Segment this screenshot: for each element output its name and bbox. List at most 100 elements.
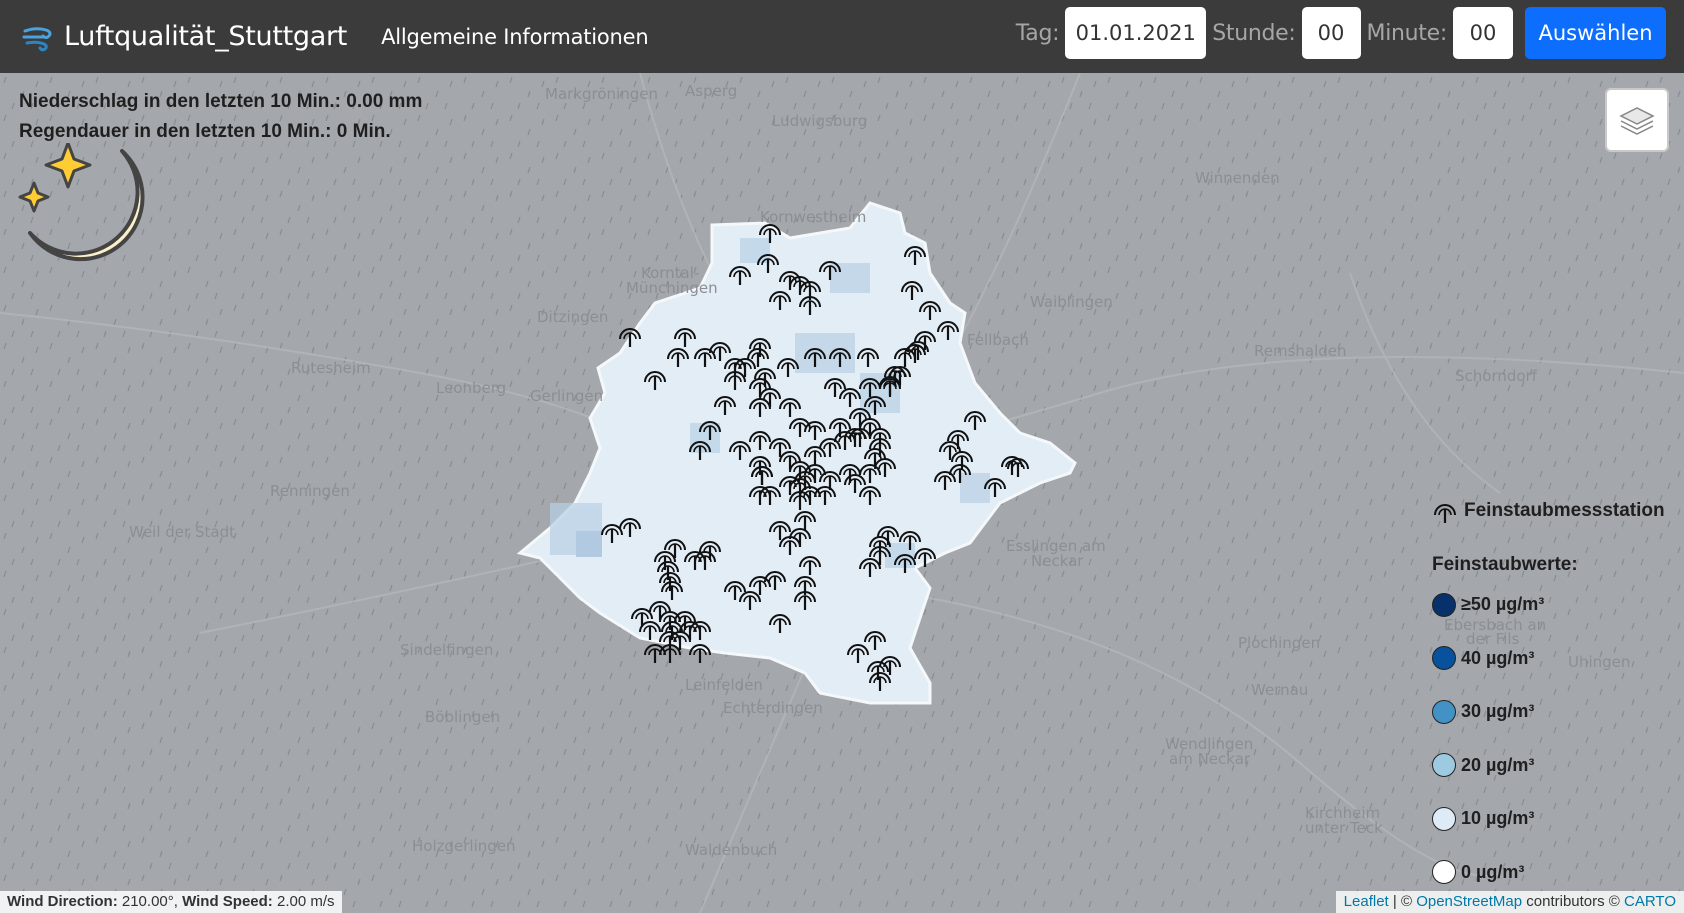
sensor-station-icon[interactable]	[756, 253, 780, 275]
moon-stars-icon	[18, 143, 145, 262]
legend-item-label: 30 µg/m³	[1461, 701, 1535, 722]
sensor-station-icon[interactable]	[778, 397, 802, 419]
sensor-station-icon[interactable]	[933, 470, 957, 492]
select-button[interactable]: Auswählen	[1525, 7, 1666, 59]
sensor-station-icon[interactable]	[778, 535, 802, 557]
layers-control-button[interactable]	[1605, 88, 1669, 152]
sensor-station-icon[interactable]	[748, 397, 772, 419]
sensor-station-icon[interactable]	[768, 437, 792, 459]
legend-title: Feinstaubwerte:	[1432, 554, 1578, 575]
sensor-station-icon[interactable]	[803, 445, 827, 467]
wind-info: Wind Direction: 210.00°, Wind Speed: 2.0…	[0, 891, 342, 913]
sensor-station-icon[interactable]	[600, 523, 624, 545]
sensor-station-icon[interactable]	[858, 377, 882, 399]
sensor-station-icon[interactable]	[688, 440, 712, 462]
map[interactable]: Markgröningen Asperg Ludwigsburg Winnend…	[0, 73, 1684, 913]
sensor-station-icon[interactable]	[713, 395, 737, 417]
carto-link[interactable]: CARTO	[1624, 893, 1676, 910]
sensor-station-icon[interactable]	[818, 260, 842, 282]
sensor-station-icon[interactable]	[863, 630, 887, 652]
sensor-station-icon[interactable]	[768, 613, 792, 635]
sensor-station-icon[interactable]	[688, 643, 712, 665]
sensor-station-icon[interactable]	[848, 427, 872, 449]
legend-swatch	[1432, 860, 1456, 885]
sensor-station-icon[interactable]	[803, 347, 827, 369]
legend-item: 40 µg/m³	[1432, 632, 1665, 686]
brand[interactable]: Luftqualität_Stuttgart	[22, 21, 347, 53]
sensor-station-icon[interactable]	[878, 655, 902, 677]
sensor-station-icon[interactable]	[858, 485, 882, 507]
sensor-station-icon[interactable]	[618, 327, 642, 349]
sensor-station-icon[interactable]	[858, 557, 882, 579]
sensor-station-icon[interactable]	[663, 538, 687, 560]
sensor-station-icon[interactable]	[798, 555, 822, 577]
day-input[interactable]: 01.01.2021	[1065, 7, 1207, 59]
legend-item-label: 20 µg/m³	[1461, 754, 1535, 775]
sensor-station-icon[interactable]	[693, 347, 717, 369]
sensor-station-icon[interactable]	[753, 367, 777, 389]
legend-swatch	[1432, 753, 1456, 778]
osm-link[interactable]: OpenStreetMap	[1416, 893, 1522, 910]
sensor-station-icon[interactable]	[750, 465, 774, 487]
sensor-station-icon[interactable]	[948, 463, 972, 485]
sensor-station-icon[interactable]	[673, 327, 697, 349]
sensor-station-icon[interactable]	[803, 463, 827, 485]
sensor-station-icon[interactable]	[776, 357, 800, 379]
wind-direction-label: Wind Direction:	[7, 893, 118, 910]
sensor-station-icon[interactable]	[748, 485, 772, 507]
legend-station: Feinstaubmessstation	[1432, 498, 1665, 524]
sensor-station-icon[interactable]	[856, 347, 880, 369]
sensor-station-icon[interactable]	[660, 580, 684, 602]
sensor-station-icon[interactable]	[738, 590, 762, 612]
hour-input[interactable]: 00	[1301, 7, 1361, 59]
sensor-station-icon[interactable]	[668, 630, 692, 652]
sensor-station-icon[interactable]	[638, 620, 662, 642]
sensor-station-icon[interactable]	[733, 357, 757, 379]
sensor-station-icon[interactable]	[758, 223, 782, 245]
sensor-station-icon[interactable]	[936, 320, 960, 342]
sensor-station-icon[interactable]	[803, 420, 827, 442]
legend-item-label: ≥50 µg/m³	[1461, 594, 1545, 615]
sensor-station-icon[interactable]	[918, 300, 942, 322]
sensor-station-icon[interactable]	[828, 347, 852, 369]
sensor-station-icon[interactable]	[838, 463, 862, 485]
sensor-station-icon[interactable]	[688, 620, 712, 642]
sensor-station-icon[interactable]	[900, 280, 924, 302]
sensor-station-icon[interactable]	[788, 417, 812, 439]
sensor-station-icon[interactable]	[893, 553, 917, 575]
nav-link-general-info[interactable]: Allgemeine Informationen	[381, 25, 649, 49]
sensor-station-icon[interactable]	[693, 550, 717, 572]
minute-input[interactable]: 00	[1453, 7, 1513, 59]
sensor-station-icon[interactable]	[748, 430, 772, 452]
legend-station-label: Feinstaubmessstation	[1464, 500, 1665, 521]
sensor-station-icon[interactable]	[983, 477, 1007, 499]
sensor-station-icon[interactable]	[728, 440, 752, 462]
sensor-station-icon[interactable]	[618, 517, 642, 539]
sensor-station-icon[interactable]	[666, 347, 690, 369]
sensor-station-icon[interactable]	[818, 437, 842, 459]
wind-speed-value: 2.00 m/s	[276, 893, 335, 910]
sensor-station-icon[interactable]	[868, 671, 892, 693]
sensor-station-icon[interactable]	[843, 427, 867, 449]
sensor-station-icon[interactable]	[793, 510, 817, 532]
sensor-station-icon[interactable]	[698, 420, 722, 442]
sensor-station-icon[interactable]	[898, 530, 922, 552]
datetime-form: Tag: 01.01.2021 Stunde: 00 Minute: 00 Au…	[1010, 7, 1666, 59]
sensor-station-icon[interactable]	[963, 410, 987, 432]
legend-item: 30 µg/m³	[1432, 685, 1665, 739]
sensor-station-icon[interactable]	[938, 440, 962, 462]
sensor-station-icon[interactable]	[883, 365, 907, 387]
sensor-station-icon[interactable]	[846, 643, 870, 665]
sensor-station-icon[interactable]	[913, 547, 937, 569]
sensor-station-icon[interactable]	[728, 265, 752, 287]
legend-item-label: 40 µg/m³	[1461, 647, 1535, 668]
sensor-station-icon[interactable]	[630, 607, 654, 629]
sensor-station-icon[interactable]	[813, 485, 837, 507]
sensor-station-icon[interactable]	[903, 245, 927, 267]
sensor-station-icon[interactable]	[838, 387, 862, 409]
navbar: Luftqualität_Stuttgart Allgemeine Inform…	[0, 0, 1684, 73]
leaflet-link[interactable]: Leaflet	[1344, 893, 1389, 910]
sensor-station-icon[interactable]	[768, 290, 792, 312]
sensor-station-icon[interactable]	[643, 370, 667, 392]
sensor-station-icon[interactable]	[746, 347, 770, 369]
